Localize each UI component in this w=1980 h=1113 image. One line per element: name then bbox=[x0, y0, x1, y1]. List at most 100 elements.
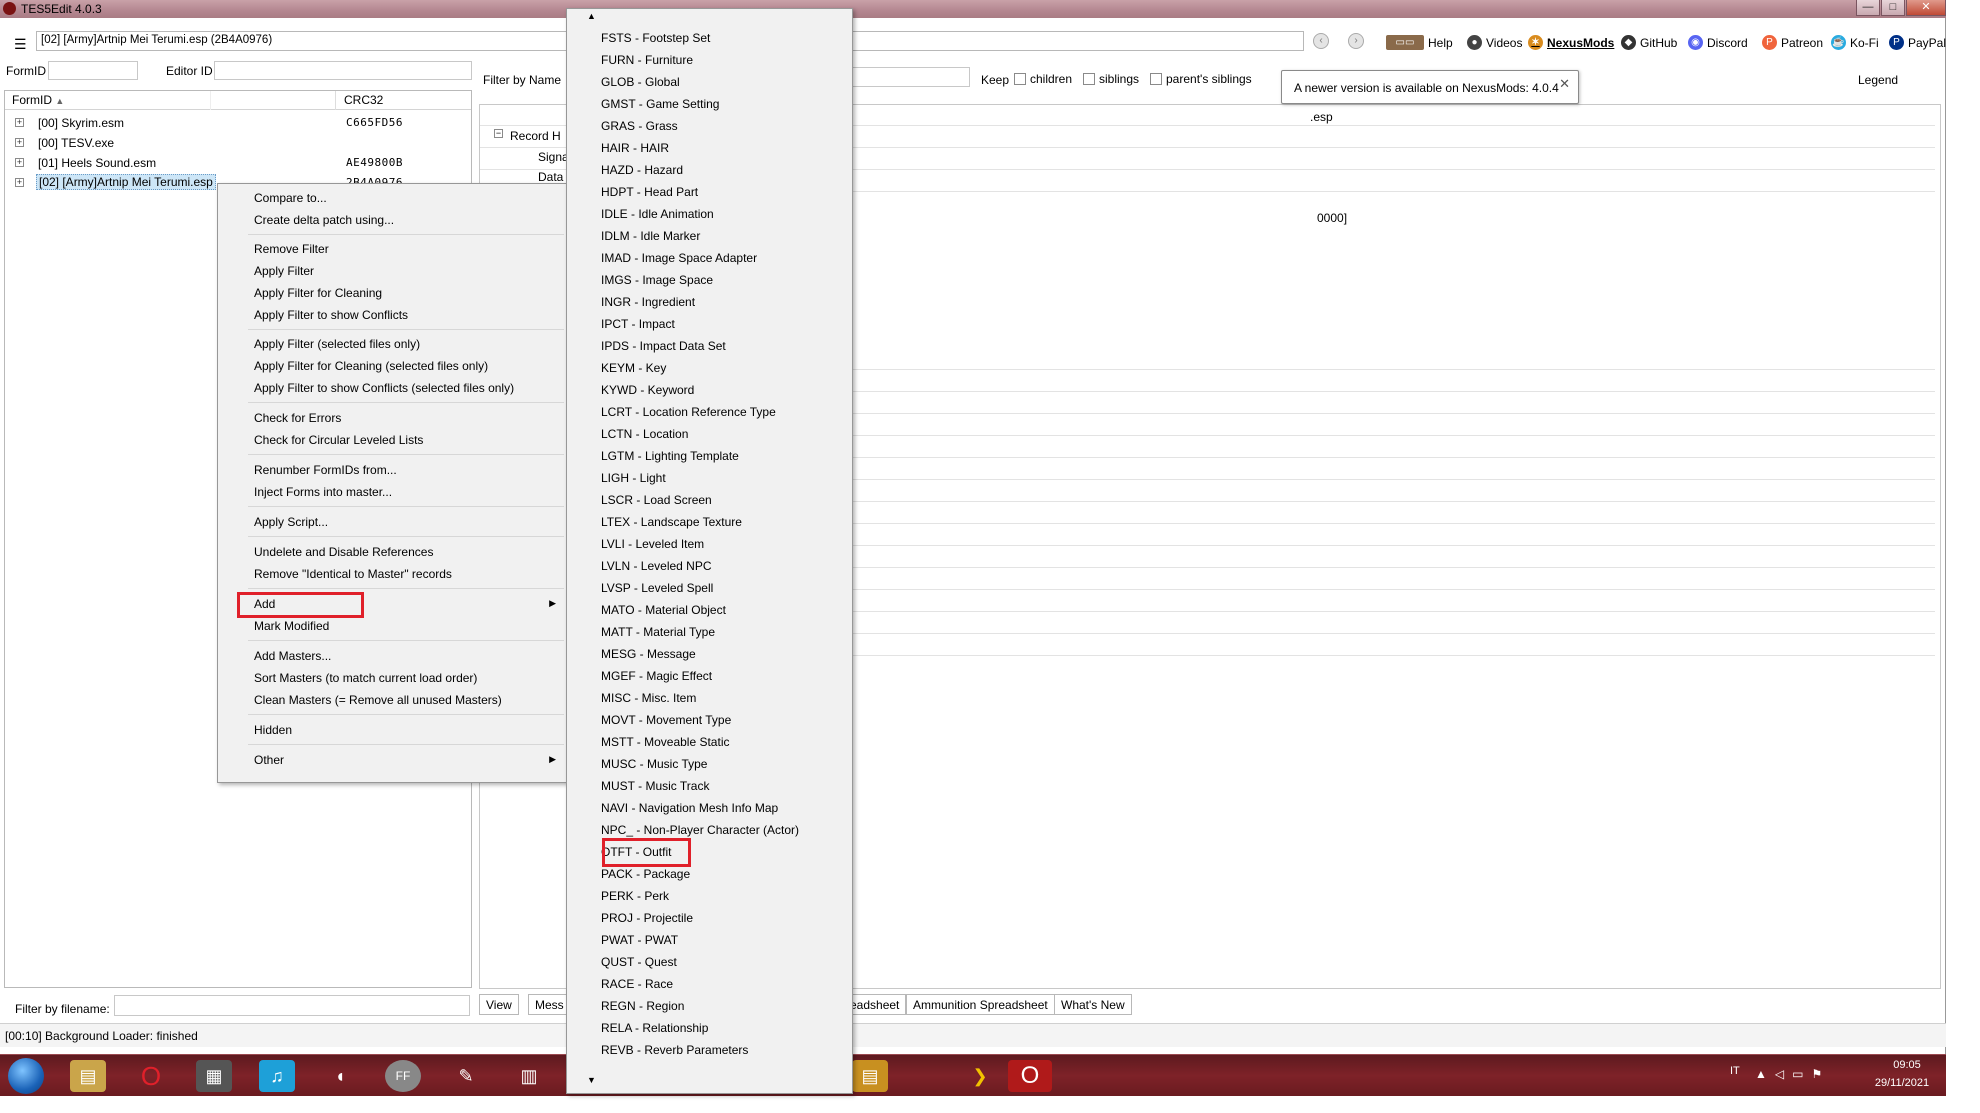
expand-icon[interactable]: + bbox=[15, 118, 24, 127]
submenu-item[interactable]: PERK - Perk bbox=[567, 886, 852, 908]
formid-input[interactable] bbox=[48, 61, 138, 80]
menu-item-apply-filter-selected[interactable]: Apply Filter (selected files only) bbox=[218, 335, 566, 355]
submenu-item[interactable]: LVLI - Leveled Item bbox=[567, 534, 852, 556]
menu-item-apply-filter-cleaning[interactable]: Apply Filter for Cleaning bbox=[218, 284, 566, 304]
expand-icon[interactable]: + bbox=[15, 178, 24, 187]
maximize-button[interactable]: □ bbox=[1881, 0, 1905, 16]
submenu-item[interactable]: QUST - Quest bbox=[567, 952, 852, 974]
submenu-item[interactable]: MATO - Material Object bbox=[567, 600, 852, 622]
menu-item-delta-patch[interactable]: Create delta patch using... bbox=[218, 211, 566, 231]
tray-icons[interactable]: ▲◁▭⚑ bbox=[1755, 1067, 1830, 1081]
column-formid[interactable]: FormID ▲ bbox=[12, 93, 64, 107]
submenu-item[interactable]: HAZD - Hazard bbox=[567, 160, 852, 182]
game-icon[interactable]: ▥ bbox=[511, 1060, 547, 1092]
tree-row[interactable]: + [01] Heels Sound.esm AE49800B bbox=[5, 153, 471, 173]
language-indicator[interactable]: IT bbox=[1730, 1065, 1740, 1077]
paypal-link[interactable]: P PayPal bbox=[1889, 35, 1946, 50]
hamburger-menu-icon[interactable]: ☰ bbox=[14, 36, 27, 53]
submenu-item[interactable]: MESG - Message bbox=[567, 644, 852, 666]
nexusmods-link[interactable]: ✶ NexusMods bbox=[1528, 35, 1614, 50]
music-icon[interactable]: ♫ bbox=[259, 1060, 295, 1092]
submenu-item[interactable]: IMGS - Image Space bbox=[567, 270, 852, 292]
pen-icon[interactable]: ✎ bbox=[448, 1060, 484, 1092]
submenu-item[interactable]: IDLE - Idle Animation bbox=[567, 204, 852, 226]
opera-icon[interactable]: O bbox=[133, 1060, 169, 1092]
menu-item-remove-filter[interactable]: Remove Filter bbox=[218, 240, 566, 260]
menu-item-remove-itm[interactable]: Remove "Identical to Master" records bbox=[218, 565, 566, 585]
opera-active-icon[interactable]: O bbox=[1008, 1060, 1052, 1092]
submenu-item[interactable]: LIGH - Light bbox=[567, 468, 852, 490]
filter-name-input[interactable] bbox=[850, 67, 970, 87]
editorid-input[interactable] bbox=[214, 61, 472, 80]
start-button[interactable] bbox=[8, 1058, 44, 1094]
app-icon[interactable]: ▦ bbox=[196, 1060, 232, 1092]
menu-item-other[interactable]: Other ▶ bbox=[218, 751, 566, 771]
menu-item-hidden[interactable]: Hidden bbox=[218, 721, 566, 741]
submenu-item[interactable]: IPCT - Impact bbox=[567, 314, 852, 336]
github-link[interactable]: ◆ GitHub bbox=[1621, 35, 1677, 50]
menu-item-mark-modified[interactable]: Mark Modified bbox=[218, 617, 566, 637]
children-checkbox[interactable]: children bbox=[1014, 72, 1072, 86]
scroll-up-icon[interactable]: ▲ bbox=[567, 11, 852, 21]
submenu-item[interactable]: MSTT - Moveable Static bbox=[567, 732, 852, 754]
siblings-checkbox[interactable]: siblings bbox=[1083, 72, 1139, 86]
chart-app-icon[interactable]: ▤ bbox=[852, 1060, 888, 1092]
collapse-icon[interactable]: − bbox=[494, 129, 503, 138]
submenu-item[interactable]: REGN - Region bbox=[567, 996, 852, 1018]
submenu-item[interactable]: LVLN - Leveled NPC bbox=[567, 556, 852, 578]
menu-item-apply-script[interactable]: Apply Script... bbox=[218, 513, 566, 533]
submenu-item[interactable]: FSTS - Footstep Set bbox=[567, 28, 852, 50]
tab-ammunition-spreadsheet[interactable]: Ammunition Spreadsheet bbox=[906, 994, 1055, 1015]
filter-filename-input[interactable] bbox=[114, 995, 470, 1016]
submenu-item[interactable]: KEYM - Key bbox=[567, 358, 852, 380]
submenu-item[interactable]: HDPT - Head Part bbox=[567, 182, 852, 204]
submenu-item[interactable]: GLOB - Global bbox=[567, 72, 852, 94]
submenu-item[interactable]: MISC - Misc. Item bbox=[567, 688, 852, 710]
help-link[interactable]: ▭▭ Help bbox=[1386, 35, 1453, 50]
back-icon[interactable]: ‹ bbox=[1313, 33, 1329, 49]
submenu-item[interactable]: GMST - Game Setting bbox=[567, 94, 852, 116]
submenu-item[interactable]: KYWD - Keyword bbox=[567, 380, 852, 402]
submenu-item[interactable]: PROJ - Projectile bbox=[567, 908, 852, 930]
submenu-item[interactable]: INGR - Ingredient bbox=[567, 292, 852, 314]
expand-icon[interactable]: + bbox=[15, 158, 24, 167]
submenu-item[interactable]: IDLM - Idle Marker bbox=[567, 226, 852, 248]
clock-time[interactable]: 09:05 bbox=[1877, 1059, 1937, 1071]
submenu-item[interactable]: LCRT - Location Reference Type bbox=[567, 402, 852, 424]
menu-item-compare[interactable]: Compare to... bbox=[218, 189, 566, 209]
submenu-item[interactable]: LCTN - Location bbox=[567, 424, 852, 446]
submenu-item[interactable]: RACE - Race bbox=[567, 974, 852, 996]
tab-view[interactable]: View bbox=[479, 994, 519, 1015]
kofi-link[interactable]: ☕ Ko-Fi bbox=[1831, 35, 1879, 50]
submenu-item[interactable]: MATT - Material Type bbox=[567, 622, 852, 644]
discord-link[interactable]: ◉ Discord bbox=[1688, 35, 1748, 50]
menu-item-apply-filter-conflicts-selected[interactable]: Apply Filter to show Conflicts (selected… bbox=[218, 379, 566, 399]
submenu-item[interactable]: MOVT - Movement Type bbox=[567, 710, 852, 732]
explorer-icon[interactable]: ▤ bbox=[70, 1060, 106, 1092]
speaker-icon[interactable]: ◖ bbox=[322, 1060, 358, 1092]
menu-item-add-masters[interactable]: Add Masters... bbox=[218, 647, 566, 667]
ffdec-icon[interactable]: FF bbox=[385, 1060, 421, 1092]
submenu-item[interactable]: FURN - Furniture bbox=[567, 50, 852, 72]
submenu-item[interactable]: HAIR - HAIR bbox=[567, 138, 852, 160]
xedit-icon[interactable]: ❯ bbox=[962, 1060, 998, 1092]
submenu-item[interactable]: LTEX - Landscape Texture bbox=[567, 512, 852, 534]
menu-item-renumber[interactable]: Renumber FormIDs from... bbox=[218, 461, 566, 481]
menu-item-check-circular[interactable]: Check for Circular Leveled Lists bbox=[218, 431, 566, 451]
forward-icon[interactable]: › bbox=[1348, 33, 1364, 49]
menu-item-apply-filter-cleaning-selected[interactable]: Apply Filter for Cleaning (selected file… bbox=[218, 357, 566, 377]
submenu-item[interactable]: MUSC - Music Type bbox=[567, 754, 852, 776]
tree-row[interactable]: + [00] Skyrim.esm C665FD56 bbox=[5, 113, 471, 133]
videos-link[interactable]: ● Videos bbox=[1467, 35, 1522, 50]
submenu-item[interactable]: IPDS - Impact Data Set bbox=[567, 336, 852, 358]
scroll-down-icon[interactable]: ▼ bbox=[567, 1075, 852, 1085]
submenu-item[interactable]: NAVI - Navigation Mesh Info Map bbox=[567, 798, 852, 820]
tab-whats-new[interactable]: What's New bbox=[1054, 994, 1132, 1015]
submenu-item[interactable]: LVSP - Leveled Spell bbox=[567, 578, 852, 600]
menu-item-undelete[interactable]: Undelete and Disable References bbox=[218, 543, 566, 563]
submenu-item[interactable]: RELA - Relationship bbox=[567, 1018, 852, 1040]
expand-icon[interactable]: + bbox=[15, 138, 24, 147]
tab-messages[interactable]: Mess bbox=[528, 994, 571, 1015]
tree-row[interactable]: + [00] TESV.exe bbox=[5, 133, 471, 153]
minimize-button[interactable]: — bbox=[1856, 0, 1880, 16]
